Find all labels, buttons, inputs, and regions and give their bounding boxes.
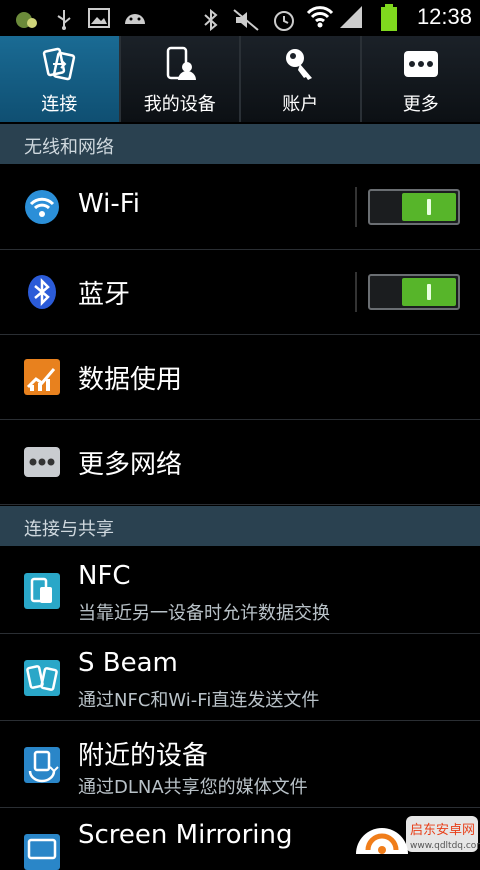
- bluetooth-status-icon: [202, 8, 220, 32]
- row-title: S Beam: [78, 648, 178, 678]
- wifi-icon: [24, 189, 60, 225]
- image-icon: [88, 8, 110, 28]
- tab-accounts[interactable]: 账户: [241, 36, 362, 122]
- divider: [355, 272, 357, 312]
- screen-mirroring-icon: [24, 834, 60, 870]
- data-usage-row[interactable]: 数据使用: [0, 335, 480, 420]
- section-title: 无线和网络: [24, 133, 114, 159]
- android-debug-icon: [122, 8, 148, 28]
- clock: 12:38: [417, 4, 472, 30]
- wifi-row[interactable]: Wi-Fi: [0, 165, 480, 250]
- mute-icon: [232, 8, 260, 32]
- row-title: NFC: [78, 561, 131, 591]
- more-dots-icon: [403, 46, 439, 82]
- bluetooth-row[interactable]: 蓝牙: [0, 250, 480, 335]
- section-header-sharing: 连接与共享: [0, 506, 480, 546]
- row-title: 蓝牙: [78, 274, 130, 311]
- tab-connections[interactable]: 连接: [0, 36, 121, 122]
- connections-icon: [41, 46, 77, 82]
- row-subtitle: 通过NFC和Wi-Fi直连发送文件: [78, 686, 319, 712]
- section-title: 连接与共享: [24, 515, 114, 541]
- more-networks-icon: [24, 444, 60, 480]
- toggle-knob: [402, 278, 456, 306]
- tab-label: 更多: [362, 90, 480, 116]
- notification-app-icon: [14, 8, 40, 30]
- status-bar: 12:38: [0, 0, 480, 36]
- nfc-row[interactable]: NFC 当靠近另一设备时允许数据交换: [0, 547, 480, 634]
- data-usage-icon: [24, 359, 60, 395]
- key-icon: [282, 46, 318, 82]
- my-device-icon: [162, 46, 198, 82]
- more-networks-row[interactable]: 更多网络: [0, 420, 480, 505]
- bluetooth-icon: [24, 274, 60, 310]
- section-header-wireless: 无线和网络: [0, 124, 480, 164]
- wifi-toggle[interactable]: [368, 189, 460, 225]
- row-subtitle: 当靠近另一设备时允许数据交换: [78, 599, 330, 625]
- nearby-devices-row[interactable]: 附近的设备 通过DLNA共享您的媒体文件: [0, 721, 480, 808]
- tab-label: 连接: [0, 90, 119, 116]
- sbeam-icon: [24, 660, 60, 696]
- sbeam-row[interactable]: S Beam 通过NFC和Wi-Fi直连发送文件: [0, 634, 480, 721]
- battery-icon: [380, 4, 398, 32]
- tab-more[interactable]: 更多: [362, 36, 480, 122]
- toggle-knob: [402, 193, 456, 221]
- row-subtitle: 通过DLNA共享您的媒体文件: [78, 773, 308, 799]
- row-title: Wi-Fi: [78, 189, 140, 219]
- row-title: 附近的设备: [78, 735, 208, 772]
- svg-text:www.qdltdq.com: www.qdltdq.com: [410, 841, 480, 851]
- signal-icon: [338, 4, 364, 30]
- divider: [355, 187, 357, 227]
- nfc-icon: [24, 573, 60, 609]
- settings-tab-bar: 连接 我的设备 账户 更多: [0, 36, 480, 122]
- usb-icon: [54, 8, 74, 30]
- row-title: Screen Mirroring: [78, 820, 292, 850]
- tab-label: 账户: [241, 90, 360, 116]
- bluetooth-toggle[interactable]: [368, 274, 460, 310]
- tab-label: 我的设备: [121, 90, 240, 116]
- watermark-logo: 启东安卓网 www.qdltdq.com: [340, 806, 480, 854]
- wifi-status-icon: [306, 4, 334, 30]
- row-title: 数据使用: [78, 359, 182, 396]
- row-title: 更多网络: [78, 444, 182, 481]
- alarm-icon: [272, 8, 296, 32]
- tab-my-device[interactable]: 我的设备: [121, 36, 242, 122]
- svg-text:启东安卓网: 启东安卓网: [410, 823, 475, 838]
- nearby-devices-icon: [24, 747, 60, 783]
